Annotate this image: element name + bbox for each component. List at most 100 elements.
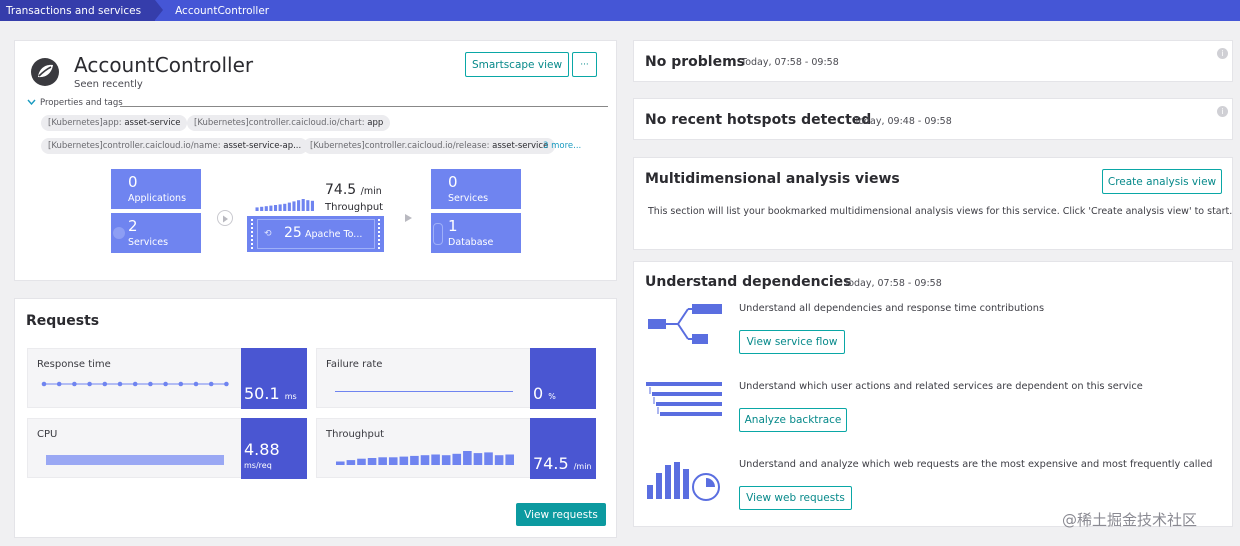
problems-card: No problems Today, 07:58 - 09:58 i — [633, 40, 1233, 82]
database-icon — [433, 223, 443, 245]
response-time-unit: ms — [284, 392, 297, 401]
flow-throughput-bar — [287, 202, 291, 211]
spring-logo-icon — [30, 57, 60, 87]
throughput-bar — [494, 455, 504, 465]
flow-throughput-bar — [260, 206, 264, 211]
response-time-label: Response time — [37, 359, 111, 370]
response-time-point — [72, 381, 77, 387]
web-requests-icon — [647, 462, 720, 501]
response-time-value: 50.1 — [244, 384, 280, 403]
apache-icon: ⟲ — [264, 229, 272, 239]
throughput-bar — [346, 460, 356, 465]
tag-chart[interactable]: [Kubernetes]controller.caicloud.io/chart… — [187, 115, 391, 131]
throughput-tile[interactable]: Throughput 74.5 /min — [316, 418, 596, 479]
create-analysis-view-button[interactable]: Create analysis view — [1102, 169, 1222, 194]
hotspots-card: No recent hotspots detected Today, 09:48… — [633, 98, 1233, 140]
throughput-unit: /min — [573, 462, 592, 471]
seen-status: Seen recently — [74, 79, 143, 90]
view-requests-button[interactable]: View requests — [516, 503, 606, 526]
applications-label: Applications — [128, 193, 187, 204]
dependencies-card: Understand dependencies Today, 07:58 - 0… — [633, 261, 1233, 527]
play-icon[interactable] — [217, 210, 233, 226]
failure-rate-tile[interactable]: Failure rate 0 % — [316, 348, 596, 409]
smartscape-view-button[interactable]: Smartscape view — [465, 52, 569, 77]
response-time-point — [41, 381, 47, 387]
database-tile[interactable]: 1 Database — [431, 213, 521, 253]
apache-count: 25 — [284, 225, 302, 241]
cpu-label: CPU — [37, 429, 58, 440]
watermark: @稀土掘金技术社区 — [1062, 511, 1198, 529]
multidim-card: Multidimensional analysis views Create a… — [633, 157, 1233, 250]
flow-throughput-bar — [278, 204, 282, 211]
tags-more-link[interactable]: 3 more... — [543, 141, 581, 151]
database-label: Database — [448, 237, 494, 248]
tag-app[interactable]: [Kubernetes]app: asset-service — [41, 115, 188, 131]
view-service-flow-button[interactable]: View service flow — [739, 330, 845, 354]
services-out-tile[interactable]: 0 Services — [431, 169, 521, 209]
backtrace-icon — [646, 382, 722, 416]
response-time-point — [224, 381, 229, 387]
flow-throughput-bar — [264, 206, 268, 211]
flow-throughput-label: Throughput — [325, 202, 384, 213]
more-options-button[interactable]: ··· — [572, 52, 597, 77]
flow-throughput-bar — [297, 200, 301, 211]
breadcrumb-current[interactable]: AccountController — [155, 0, 269, 21]
dependency-text-3: Understand and analyze which web request… — [739, 459, 1213, 470]
failure-rate-label: Failure rate — [326, 359, 383, 370]
gear-icon — [113, 227, 125, 239]
throughput-label: Throughput — [326, 429, 385, 440]
response-time-point — [148, 381, 153, 387]
dependencies-time: Today, 07:58 - 09:58 — [844, 278, 942, 289]
tag-name[interactable]: [Kubernetes]controller.caicloud.io/name:… — [41, 138, 309, 154]
requests-card: Requests Response time 50.1 ms Failure r… — [14, 298, 617, 538]
response-time-tile[interactable]: Response time 50.1 ms — [27, 348, 307, 409]
flow-throughput-bar — [273, 205, 278, 211]
dependencies-title: Understand dependencies — [645, 274, 852, 290]
info-icon[interactable]: i — [1217, 106, 1228, 117]
applications-tile[interactable]: 0 Applications — [111, 169, 201, 209]
flow-throughput-bar — [301, 199, 305, 211]
page-title: AccountController — [74, 53, 254, 77]
throughput-bar — [441, 455, 451, 465]
response-time-point — [193, 381, 199, 387]
response-time-point — [178, 381, 184, 387]
breadcrumb-transactions[interactable]: Transactions and services — [0, 0, 164, 21]
cpu-value: 4.88 — [244, 440, 280, 459]
flow-throughput-bar — [255, 207, 259, 211]
throughput-bar — [484, 452, 493, 465]
service-overview-card: AccountController Seen recently Smartsca… — [14, 40, 617, 281]
hotspots-time: Today, 09:48 - 09:58 — [854, 116, 952, 127]
response-time-point — [208, 381, 214, 387]
view-web-requests-button[interactable]: View web requests — [739, 486, 852, 510]
failure-rate-value: 0 — [533, 384, 544, 403]
throughput-bar — [367, 458, 377, 465]
tag-release[interactable]: [Kubernetes]controller.caicloud.io/relea… — [303, 138, 556, 154]
response-time-point — [163, 381, 168, 387]
multidim-title: Multidimensional analysis views — [645, 171, 900, 187]
analyze-backtrace-button[interactable]: Analyze backtrace — [739, 408, 847, 432]
dependency-text-2: Understand which user actions and relate… — [739, 381, 1143, 392]
throughput-bar — [463, 451, 472, 465]
throughput-bar — [388, 457, 398, 465]
apache-tomcat-tile[interactable]: ⟲ 25 Apache To... — [247, 216, 384, 252]
throughput-bar — [452, 453, 462, 465]
database-count: 1 — [448, 217, 458, 235]
flow-throughput-bar — [283, 203, 287, 211]
service-flow-icon — [648, 304, 722, 344]
problems-title: No problems — [645, 54, 745, 70]
properties-toggle[interactable]: Properties and tags — [27, 98, 123, 108]
throughput-value: 74.5 — [533, 454, 569, 473]
flow-throughput-bar — [310, 200, 314, 211]
response-time-point — [56, 381, 62, 387]
throughput-value-box: 74.5 /min — [530, 418, 596, 479]
flow-throughput-bar — [306, 200, 310, 211]
requests-title: Requests — [26, 313, 100, 329]
cpu-tile[interactable]: CPU 4.88 ms/req — [27, 418, 307, 479]
info-icon[interactable]: i — [1217, 48, 1228, 59]
apache-label: Apache To... — [305, 229, 363, 240]
services-out-count: 0 — [448, 173, 458, 191]
problems-time: Today, 07:58 - 09:58 — [741, 57, 839, 68]
services-in-tile[interactable]: 2 Services — [111, 213, 201, 253]
flow-arrow-icon — [405, 214, 412, 222]
throughput-bar — [420, 455, 430, 465]
